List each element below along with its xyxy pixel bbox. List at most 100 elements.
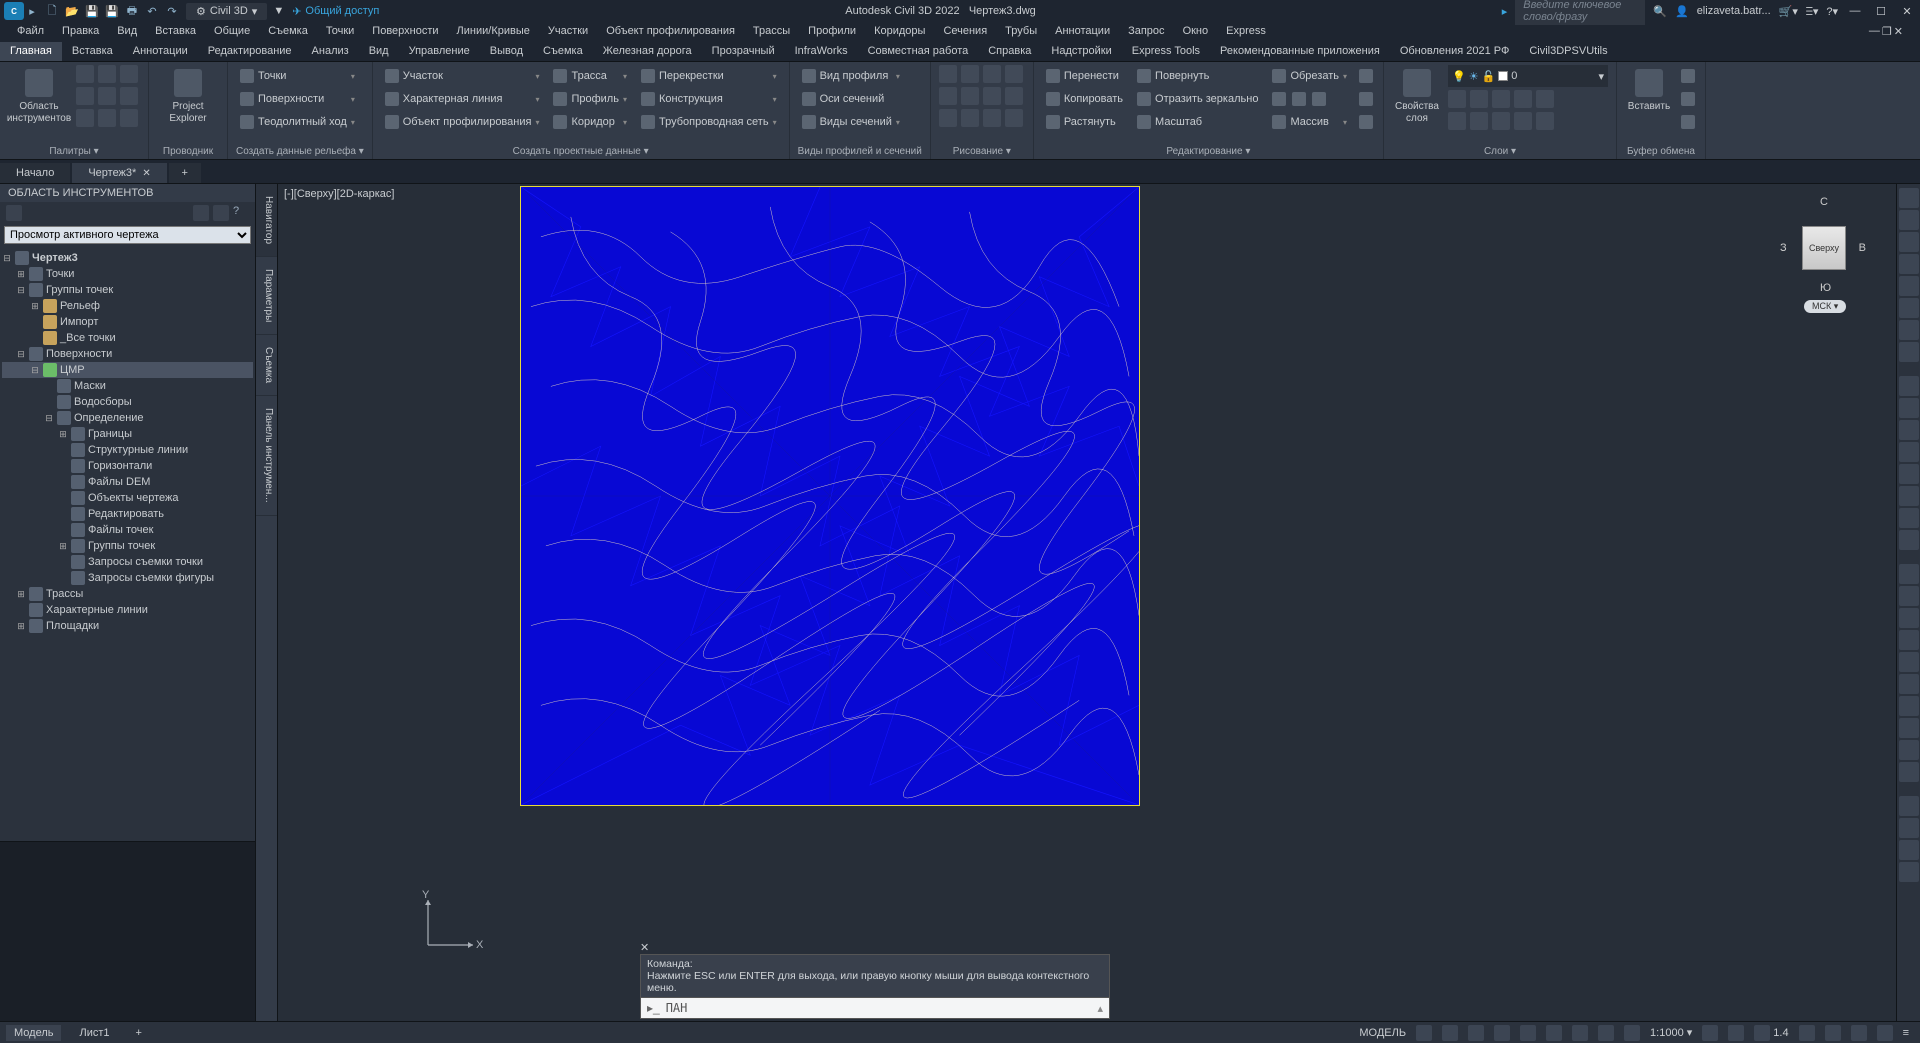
status-icon[interactable] <box>1489 1025 1515 1041</box>
panel-title[interactable]: Слои ▾ <box>1392 144 1608 157</box>
paste-button[interactable]: Вставить <box>1625 65 1673 113</box>
ribtab-express[interactable]: Express Tools <box>1122 42 1210 61</box>
tab-start[interactable]: Начало <box>0 163 70 183</box>
ucs-icon[interactable]: X Y <box>418 890 488 963</box>
featureline-button[interactable]: Характерная линия▾ <box>381 88 544 110</box>
rtb-icon[interactable] <box>1899 508 1919 528</box>
menu-annotate[interactable]: Аннотации <box>1046 22 1119 42</box>
doc-minimize-icon[interactable]: — <box>1869 25 1880 39</box>
panel-title[interactable]: Создать данные рельефа ▾ <box>236 144 364 157</box>
pipe-button[interactable]: Трубопроводная сеть▾ <box>637 111 781 133</box>
grading-button[interactable]: Объект профилирования▾ <box>381 111 544 133</box>
polyline-icon[interactable] <box>961 65 979 83</box>
rtb-icon[interactable] <box>1899 398 1919 418</box>
vc-east[interactable]: В <box>1859 242 1866 254</box>
status-icon[interactable] <box>1541 1025 1567 1041</box>
rtb-icon[interactable] <box>1899 796 1919 816</box>
menu-window[interactable]: Окно <box>1174 22 1218 42</box>
vc-south[interactable]: Ю <box>1820 282 1831 294</box>
tree-points[interactable]: ⊞Точки <box>2 266 253 282</box>
status-icon[interactable] <box>1723 1025 1749 1041</box>
layer-icon[interactable] <box>1470 90 1488 108</box>
app-center-icon[interactable]: Ⲷ▾ <box>1806 4 1818 19</box>
ribtab-rail[interactable]: Железная дорога <box>593 42 702 61</box>
status-icon[interactable] <box>1619 1025 1645 1041</box>
viewport-controls[interactable]: [-][Сверху][2D-каркас] <box>284 188 394 200</box>
status-icon[interactable] <box>1515 1025 1541 1041</box>
ribtab-insert[interactable]: Вставка <box>62 42 123 61</box>
layer-icon[interactable] <box>1536 112 1554 130</box>
copy-button[interactable]: Копировать <box>1042 88 1127 110</box>
layer-icon[interactable] <box>1492 90 1510 108</box>
tree-watersheds[interactable]: Водосборы <box>2 394 253 410</box>
rtb-icon[interactable] <box>1899 696 1919 716</box>
palette-icon[interactable] <box>120 109 138 127</box>
arc-icon[interactable] <box>1005 65 1023 83</box>
rtb-icon[interactable] <box>1899 608 1919 628</box>
status-icon[interactable] <box>1567 1025 1593 1041</box>
rtb-icon[interactable] <box>1899 254 1919 274</box>
mirror-button[interactable]: Отразить зеркально <box>1133 88 1262 110</box>
vtab-toolbox[interactable]: Панель инструмен... <box>256 396 277 516</box>
rtb-icon[interactable] <box>1899 840 1919 860</box>
tree-root[interactable]: ⊟Чертеж3 <box>2 250 253 266</box>
parcel-button[interactable]: Участок▾ <box>381 65 544 87</box>
viewcube-wcs[interactable]: МСК ▾ <box>1804 300 1846 313</box>
user-name[interactable]: elizaveta.batr... <box>1697 5 1771 17</box>
menu-view[interactable]: Вид <box>108 22 146 42</box>
trim-button[interactable]: Обрезать▾ <box>1268 65 1351 87</box>
intersection-button[interactable]: Перекрестки▾ <box>637 65 781 87</box>
close-icon[interactable]: ✕ <box>1898 2 1916 20</box>
new-tab-button[interactable]: + <box>169 163 201 183</box>
maximize-icon[interactable]: ☐ <box>1872 2 1890 20</box>
cmd-expand-icon[interactable]: ▴ <box>1097 1002 1103 1015</box>
tree-contours[interactable]: Горизонтали <box>2 458 253 474</box>
draw-icon[interactable] <box>983 87 1001 105</box>
ribtab-help[interactable]: Справка <box>978 42 1041 61</box>
ribtab-transparent[interactable]: Прозрачный <box>702 42 785 61</box>
surfaces-button[interactable]: Поверхности▾ <box>236 88 359 110</box>
status-icon[interactable] <box>1846 1025 1872 1041</box>
layout-model[interactable]: Модель <box>6 1025 61 1041</box>
ts-icon[interactable] <box>6 205 22 221</box>
tree-edits[interactable]: Редактировать <box>2 506 253 522</box>
status-icon[interactable] <box>1872 1025 1898 1041</box>
menu-sections[interactable]: Сечения <box>934 22 996 42</box>
rtb-icon[interactable] <box>1899 718 1919 738</box>
ribtab-analyze[interactable]: Анализ <box>302 42 359 61</box>
menu-surfaces[interactable]: Поверхности <box>363 22 447 42</box>
mod-icon-row[interactable] <box>1268 88 1351 110</box>
tree-allpoints[interactable]: _Все точки <box>2 330 253 346</box>
qat-saveas-icon[interactable]: 💾 <box>104 3 120 19</box>
search-icon[interactable]: 🔍 <box>1653 5 1667 18</box>
drawing-canvas[interactable]: [-][Сверху][2D-каркас] <box>278 184 1896 1021</box>
viewcube[interactable]: С З В Ю Сверху МСК ▾ <box>1778 192 1868 312</box>
project-explorer-button[interactable]: Project Explorer <box>157 65 219 124</box>
cart-icon[interactable]: 🛒▾ <box>1779 5 1798 18</box>
palette-icon[interactable] <box>76 87 94 105</box>
share-button[interactable]: ✈ Общий доступ <box>292 5 379 18</box>
rtb-icon[interactable] <box>1899 530 1919 550</box>
array-button[interactable]: Массив▾ <box>1268 111 1351 133</box>
rtb-icon[interactable] <box>1899 320 1919 340</box>
sectionviews-button[interactable]: Виды сечений▾ <box>798 111 904 133</box>
ribtab-infraworks[interactable]: InfraWorks <box>785 42 858 61</box>
rtb-icon[interactable] <box>1899 298 1919 318</box>
rtb-icon[interactable] <box>1899 740 1919 760</box>
tree-drawingobjects[interactable]: Объекты чертежа <box>2 490 253 506</box>
tree-alignments[interactable]: ⊞Трассы <box>2 586 253 602</box>
ts-icon[interactable] <box>193 205 209 221</box>
palette-icon[interactable] <box>76 65 94 83</box>
status-scale[interactable]: 1:1000 ▾ <box>1645 1026 1697 1039</box>
draw-icon[interactable] <box>1005 109 1023 127</box>
tree-masks[interactable]: Маски <box>2 378 253 394</box>
tree-breaklines[interactable]: Структурные линии <box>2 442 253 458</box>
ribtab-output[interactable]: Вывод <box>480 42 533 61</box>
rtb-icon[interactable] <box>1899 232 1919 252</box>
menu-points[interactable]: Точки <box>317 22 363 42</box>
rtb-icon[interactable] <box>1899 674 1919 694</box>
vtab-survey[interactable]: Съемка <box>256 335 277 396</box>
rtb-icon[interactable] <box>1899 420 1919 440</box>
ribtab-featured[interactable]: Рекомендованные приложения <box>1210 42 1390 61</box>
viewcube-face[interactable]: Сверху <box>1802 226 1846 270</box>
